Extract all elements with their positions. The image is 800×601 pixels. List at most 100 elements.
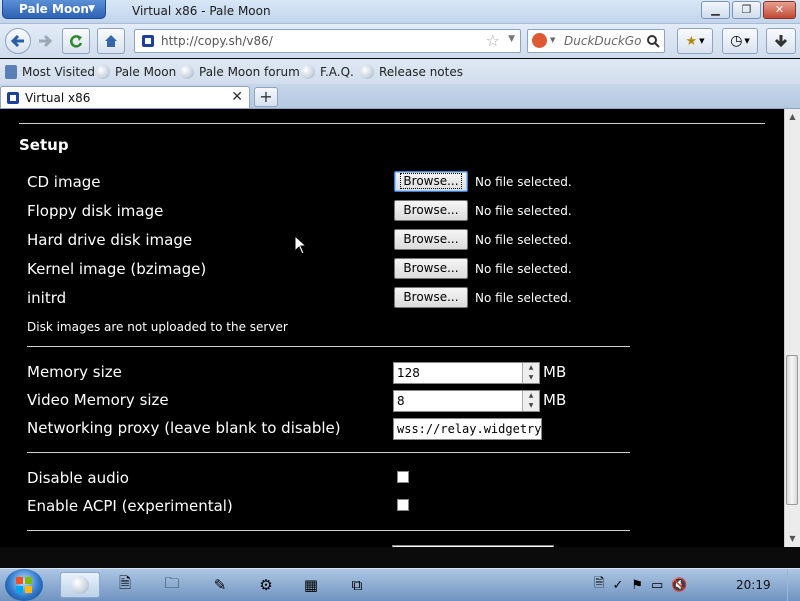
memory-size-spinner[interactable]: ▲ ▼ (522, 363, 539, 383)
spin-up-icon[interactable]: ▲ (523, 391, 539, 401)
close-icon: ✕ (774, 3, 785, 16)
document-icon: 🗎 (118, 573, 132, 592)
divider (27, 346, 630, 347)
video-memory-size-spinner[interactable]: ▲ ▼ (522, 391, 539, 411)
cd-image-file-status: No file selected. (475, 175, 572, 189)
search-engine-dropdown-icon[interactable]: ▼ (550, 36, 555, 44)
spin-up-icon[interactable]: ▲ (523, 363, 539, 373)
start-button[interactable] (5, 569, 43, 601)
new-tab-button[interactable]: + (254, 87, 278, 107)
downloads-button[interactable] (766, 28, 796, 54)
home-icon (105, 35, 117, 47)
tray-notes-icon[interactable]: 🗎 (594, 574, 604, 596)
taskbar-app-2[interactable]: 🗎 (105, 572, 145, 598)
kernel-image-browse-button[interactable]: Browse... (394, 258, 468, 279)
reload-icon (70, 35, 83, 48)
cd-image-label: CD image (27, 173, 101, 191)
url-text: http://copy.sh/v86/ (161, 34, 273, 48)
bookmark-pale-moon-forum[interactable]: Pale Moon forum (180, 65, 300, 79)
globe-icon (301, 65, 315, 79)
show-desktop-button[interactable] (787, 569, 800, 601)
tab-close-icon[interactable]: ✕ (231, 89, 243, 105)
disable-audio-checkbox[interactable] (397, 471, 409, 483)
networking-proxy-input[interactable]: wss://relay.widgetry.org/ (393, 418, 542, 440)
browse-label: Browse... (403, 261, 459, 275)
reload-button[interactable] (62, 28, 90, 54)
hard-drive-image-file-status: No file selected. (475, 233, 572, 247)
tray-network-icon[interactable]: ▭ (651, 578, 663, 593)
history-button[interactable]: ◷ ▼ (722, 28, 758, 54)
bookmarks-menu-button[interactable]: ★ ▼ (677, 28, 713, 54)
tray-security-icon[interactable]: ✓ (612, 578, 623, 593)
tray-volume-muted-icon[interactable]: 🔇 (671, 578, 687, 593)
cd-image-browse-button[interactable]: Browse... (394, 171, 468, 192)
globe-icon (180, 65, 194, 79)
forward-button[interactable] (33, 28, 57, 54)
video-memory-size-input[interactable]: 8 ▲ ▼ (393, 390, 540, 412)
scroll-up-icon[interactable]: ▲ (785, 109, 800, 125)
scroll-down-icon[interactable]: ▼ (785, 531, 800, 547)
tray-flag-icon[interactable]: ⚑ (631, 578, 643, 593)
tab-strip: Virtual x86 ✕ + (0, 84, 800, 109)
memory-size-input[interactable]: 128 ▲ ▼ (393, 362, 540, 384)
bookmark-label: Release notes (379, 65, 463, 79)
tab-virtual-x86[interactable]: Virtual x86 ✕ (0, 86, 250, 108)
browse-label: Browse... (403, 232, 459, 246)
duckduckgo-icon[interactable] (532, 33, 547, 48)
minimize-button[interactable]: ▁ (701, 1, 730, 19)
floppy-image-browse-button[interactable]: Browse... (394, 200, 468, 221)
taskbar-pale-moon[interactable] (60, 572, 100, 598)
setup-heading: Setup (19, 136, 69, 154)
kernel-image-file-status: No file selected. (475, 262, 572, 276)
hard-drive-image-label: Hard drive disk image (27, 231, 193, 249)
vertical-scrollbar[interactable]: ▲ ▼ (784, 109, 800, 547)
search-box[interactable]: ▼ DuckDuckGo (527, 29, 665, 53)
app-menu-button[interactable]: Pale Moon ▼ (2, 0, 106, 19)
paint-icon: ✎ (213, 576, 227, 594)
bookmark-pale-moon[interactable]: Pale Moon (96, 65, 176, 79)
enable-acpi-label: Enable ACPI (experimental) (27, 497, 233, 515)
tab-title: Virtual x86 (25, 91, 91, 105)
maximize-button[interactable]: ❐ (732, 1, 761, 19)
video-memory-size-unit: MB (543, 391, 567, 409)
taskbar-app-4[interactable]: ✎ (200, 572, 240, 598)
spin-down-icon[interactable]: ▼ (523, 401, 539, 411)
taskbar: 🗎 🗀 ✎ ⚙ ▦ ⧉ 🗎 ✓ ⚑ ▭ 🔇 20:19 (0, 568, 800, 601)
close-window-button[interactable]: ✕ (763, 1, 796, 19)
scrollbar-thumb[interactable] (786, 355, 798, 505)
disk-images-note: Disk images are not uploaded to the serv… (27, 320, 288, 334)
divider (19, 123, 765, 124)
bookmark-most-visited[interactable]: Most Visited (5, 65, 95, 79)
mouse-cursor-icon (294, 235, 308, 255)
bookmark-label: Pale Moon forum (199, 65, 300, 79)
network-icon: ⧉ (351, 576, 363, 594)
url-history-dropdown-icon[interactable]: ▼ (508, 34, 515, 44)
floppy-image-file-status: No file selected. (475, 204, 572, 218)
bookmark-faq[interactable]: F.A.Q. (301, 65, 354, 79)
search-icon[interactable] (646, 34, 660, 48)
taskbar-clock[interactable]: 20:19 (736, 578, 771, 592)
url-bar[interactable]: http://copy.sh/v86/ ☆ ▼ (134, 29, 521, 53)
windows-logo-icon (16, 577, 32, 593)
video-memory-size-label: Video Memory size (27, 391, 169, 409)
bookmark-star-icon[interactable]: ☆ (486, 31, 500, 50)
taskbar-explorer[interactable]: 🗀 (152, 572, 192, 598)
browse-label: Browse... (403, 203, 459, 217)
taskbar-app-5[interactable]: ⚙ (246, 572, 286, 598)
taskbar-calculator[interactable]: ▦ (291, 572, 331, 598)
bookmark-folder-icon (5, 65, 17, 79)
bookmark-label: F.A.Q. (320, 65, 354, 79)
home-button[interactable] (97, 28, 125, 54)
initrd-browse-button[interactable]: Browse... (394, 287, 468, 308)
hard-drive-image-browse-button[interactable]: Browse... (394, 229, 468, 250)
spin-down-icon[interactable]: ▼ (523, 373, 539, 383)
bookmark-release-notes[interactable]: Release notes (360, 65, 463, 79)
initrd-file-status: No file selected. (475, 291, 572, 305)
search-placeholder: DuckDuckGo (564, 34, 642, 48)
enable-acpi-checkbox[interactable] (397, 499, 409, 511)
taskbar-app-7[interactable]: ⧉ (337, 572, 377, 598)
back-button[interactable] (5, 28, 31, 54)
divider (27, 530, 630, 531)
calculator-icon: ▦ (303, 576, 319, 594)
networking-proxy-label: Networking proxy (leave blank to disable… (27, 419, 341, 437)
